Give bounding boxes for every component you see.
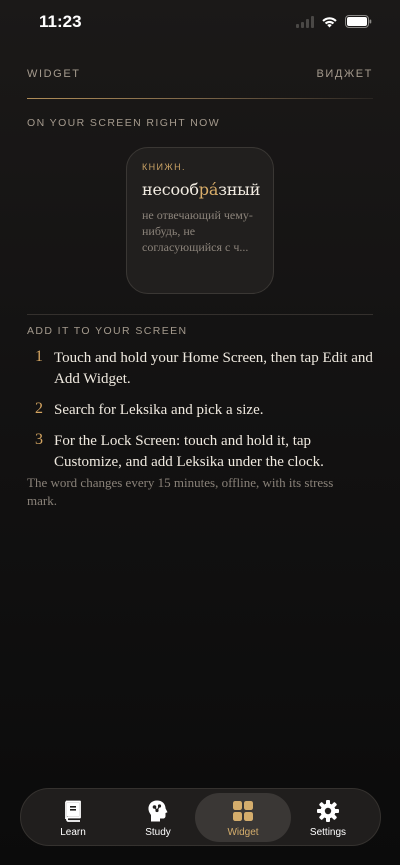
- battery-icon: [345, 15, 372, 28]
- tab-study[interactable]: Study: [110, 793, 206, 842]
- brain-head-icon: [146, 799, 170, 823]
- tab-learn[interactable]: Learn: [25, 793, 121, 842]
- widget-grid-icon: [231, 799, 255, 823]
- step-text: Search for Leksika and pick a size.: [54, 402, 264, 418]
- status-bar: 11:23: [0, 0, 400, 46]
- step-text: Touch and hold your Home Screen, then ta…: [54, 350, 373, 387]
- instruction-steps: 1 Touch and hold your Home Screen, then …: [27, 348, 377, 483]
- header-title: WIDGET: [27, 68, 81, 80]
- header-divider: [27, 98, 373, 99]
- step-number: 2: [35, 400, 43, 417]
- step-number: 1: [35, 348, 43, 365]
- tab-label: Learn: [60, 827, 86, 838]
- tab-widget[interactable]: Widget: [195, 793, 291, 842]
- book-icon: [61, 799, 85, 823]
- footnote: The word changes every 15 minutes, offli…: [27, 475, 334, 508]
- instruction-step: 2 Search for Leksika and pick a size.: [27, 400, 377, 421]
- widget-word: несообра́зный: [142, 180, 261, 199]
- word-part: несооб: [142, 180, 199, 199]
- page-header: WIDGET ВИДЖЕТ: [27, 68, 373, 84]
- word-part: зный: [218, 180, 261, 199]
- tab-settings[interactable]: Settings: [280, 793, 376, 842]
- tab-label: Widget: [227, 827, 259, 838]
- tab-bar: Learn Study Widget Settings: [20, 788, 381, 846]
- tab-label: Study: [145, 827, 171, 838]
- step-number: 3: [35, 431, 43, 448]
- preview-section-label: ON YOUR SCREEN RIGHT NOW: [27, 117, 221, 129]
- gear-icon: [316, 799, 340, 823]
- widget-tag: КНИЖН.: [142, 162, 186, 172]
- status-icons: [296, 15, 372, 28]
- status-time: 11:23: [39, 12, 82, 31]
- instruction-step: 1 Touch and hold your Home Screen, then …: [27, 348, 377, 390]
- instructions-section-label: ADD IT TO YOUR SCREEN: [27, 325, 188, 337]
- header-title-russian: ВИДЖЕТ: [316, 68, 373, 80]
- signal-icon: [296, 15, 314, 28]
- wifi-icon: [321, 16, 338, 28]
- widget-definition: не отвечающий чему-нибудь, не согласующи…: [142, 208, 253, 254]
- step-text: For the Lock Screen: touch and hold it, …: [54, 433, 324, 470]
- word-stressed-syllable: ра́: [198, 180, 219, 199]
- section-divider: [27, 314, 373, 315]
- widget-preview: КНИЖН. несообра́зный не отвечающий чему-…: [126, 147, 274, 294]
- instruction-step: 3 For the Lock Screen: touch and hold it…: [27, 431, 377, 473]
- tab-label: Settings: [309, 827, 347, 838]
